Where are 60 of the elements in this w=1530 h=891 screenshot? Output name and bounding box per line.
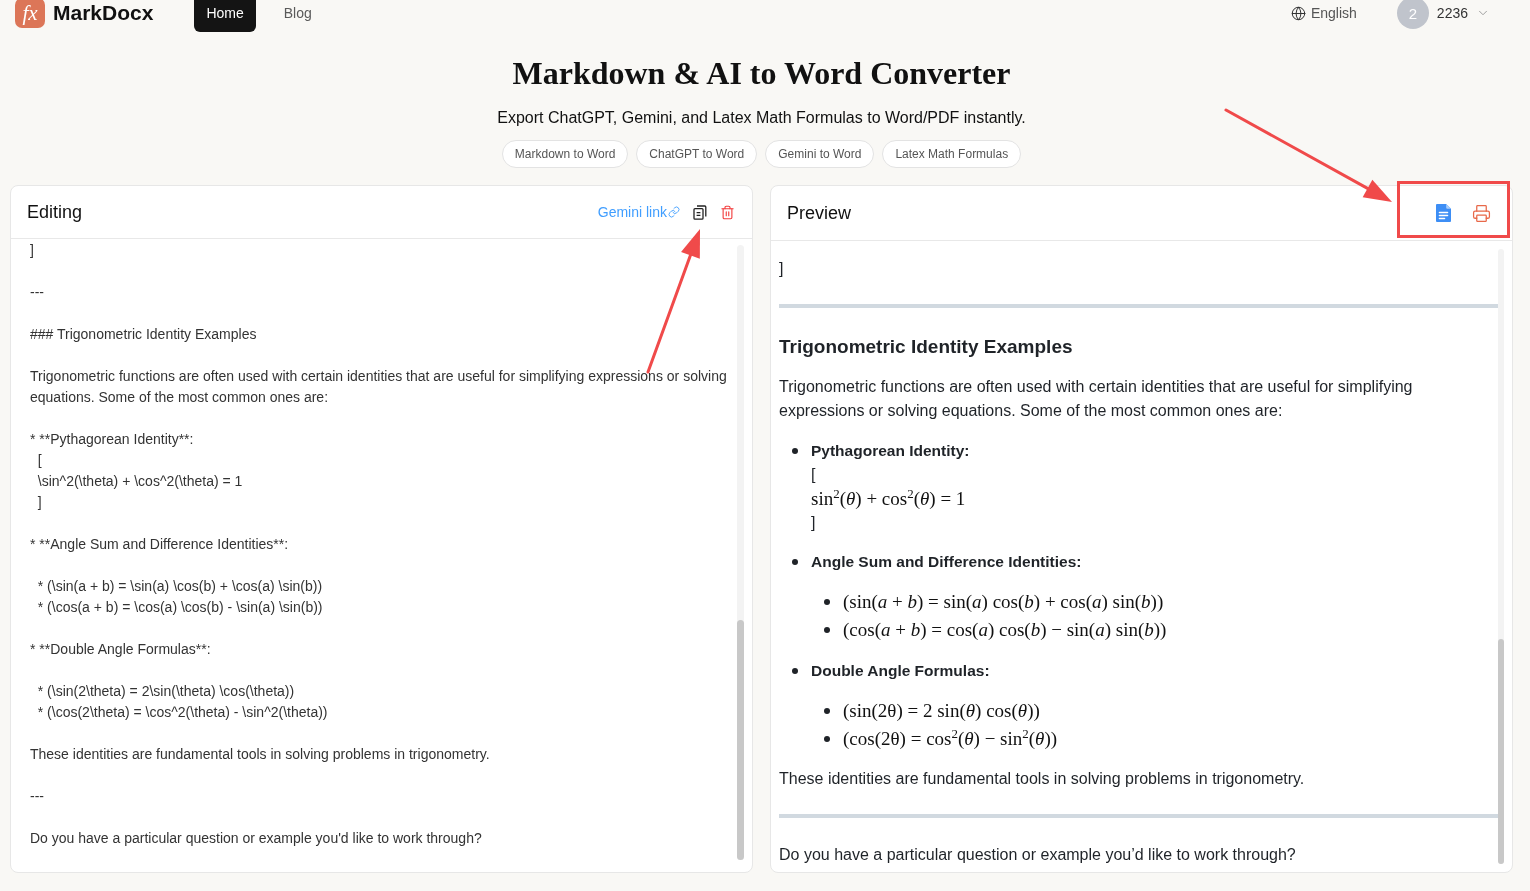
bullet-icon	[824, 627, 830, 633]
section-heading: Trigonometric Identity Examples	[779, 335, 1074, 359]
bullet-icon	[792, 448, 798, 454]
editor-line: ]	[36, 493, 43, 512]
editor-line: * **Angle Sum and Difference Identities**:	[30, 535, 290, 554]
language-selector[interactable]: English	[1290, 5, 1357, 21]
bullet-icon	[824, 736, 830, 742]
math-formula: sin$^{2}$(θ) + cos$^{2}$(θ) = 1	[811, 487, 967, 511]
editor-line: * (\cos(a + b) = \cos(a) \cos(b) - \sin(a) \sin(b))	[36, 598, 324, 617]
editor-line: ---	[30, 787, 45, 806]
scrollbar-thumb[interactable]	[1498, 639, 1504, 864]
editor-line: Trigonometric functions are often used with certain identities that are useful for simplifying expressions or solving equations. Some of the most common ones are:	[30, 367, 728, 407]
credits-count: 2236	[1436, 5, 1468, 21]
feature-chip[interactable]: Gemini to Word	[765, 140, 875, 168]
bullet-icon	[792, 559, 798, 565]
editor-line: * (\sin(2\theta) = 2\sin(\theta) \cos(\theta))	[36, 682, 296, 701]
editor-line: * **Pythagorean Identity**:	[30, 430, 195, 449]
trash-icon[interactable]	[720, 204, 735, 220]
editor-line: * **Double Angle Formulas**:	[30, 640, 212, 659]
feature-chip[interactable]: Latex Math Formulas	[882, 140, 1022, 168]
panel-title: Editing	[27, 201, 83, 223]
bullet-icon	[824, 599, 830, 605]
globe-icon	[1290, 5, 1306, 21]
bracket-text: ]	[811, 513, 817, 533]
nav-link[interactable]: Home	[194, 0, 256, 32]
bullet-icon	[824, 708, 830, 714]
printer-icon[interactable]	[1472, 203, 1491, 223]
editor-line: * (\sin(a + b) = \sin(a) \cos(b) + \cos(a) \sin(b))	[36, 577, 324, 596]
paragraph: These identities are fundamental tools in solving problems in trigonometry.	[779, 769, 1306, 789]
editor-line: ### Trigonometric Identity Examples	[30, 325, 258, 344]
editor-line: These identities are fundamental tools in solving problems in trigonometry.	[30, 745, 491, 764]
editor-line: [	[36, 451, 43, 470]
page-title: Markdown & AI to Word Converter	[512, 54, 1011, 93]
page-subtitle: Export ChatGPT, Gemini, and Latex Math Formulas to Word/PDF instantly.	[497, 108, 1026, 128]
feature-chip[interactable]: Markdown to Word	[501, 140, 629, 168]
list-item-label: Double Angle Formulas:	[811, 661, 991, 681]
editor-line: ---	[30, 283, 45, 302]
scrollbar-thumb[interactable]	[737, 620, 744, 860]
math-formula: (sin(a + b) = sin(a) cos(b) + cos(a) sin(b))	[843, 590, 1164, 614]
brand-name: MarkDocx	[53, 1, 154, 25]
bracket-text: [	[811, 465, 817, 485]
list-item-label: Pythagorean Identity:	[811, 441, 970, 461]
editor-line: Do you have a particular question or example you'd like to work through?	[30, 829, 483, 848]
editor-line: * (\cos(2\theta) = \cos^2(\theta) - \sin^2(\theta))	[36, 703, 329, 722]
list-item-label: Angle Sum and Difference Identities:	[811, 552, 1083, 572]
document-icon[interactable]	[1436, 204, 1451, 222]
bullet-icon	[792, 668, 798, 674]
bracket-text: ]	[779, 259, 785, 279]
nav-link[interactable]: Blog	[271, 0, 324, 32]
editor-line: \sin^2(\theta) + \cos^2(\theta) = 1	[36, 472, 244, 491]
link-icon	[668, 206, 680, 218]
feature-chip[interactable]: ChatGPT to Word	[636, 140, 758, 168]
copy-icon[interactable]	[693, 204, 707, 220]
panel-title: Preview	[787, 202, 852, 224]
paragraph: Do you have a particular question or example you’d like to work through?	[779, 845, 1297, 865]
math-formula: (cos(2θ) = cos$^{2}$(θ) − sin$^{2}$(θ))	[843, 725, 1058, 751]
math-formula: (sin(2θ) = 2 sin(θ) cos(θ))	[843, 699, 1040, 723]
math-formula: (cos(a + b) = cos(a) cos(b) − sin(a) sin(b))	[843, 618, 1167, 642]
editor-line: ]	[30, 241, 35, 260]
paragraph: Trigonometric functions are often used with certain identities that are useful for simplifying expressions or solving equations. Some of the most common ones are:	[779, 377, 1414, 421]
